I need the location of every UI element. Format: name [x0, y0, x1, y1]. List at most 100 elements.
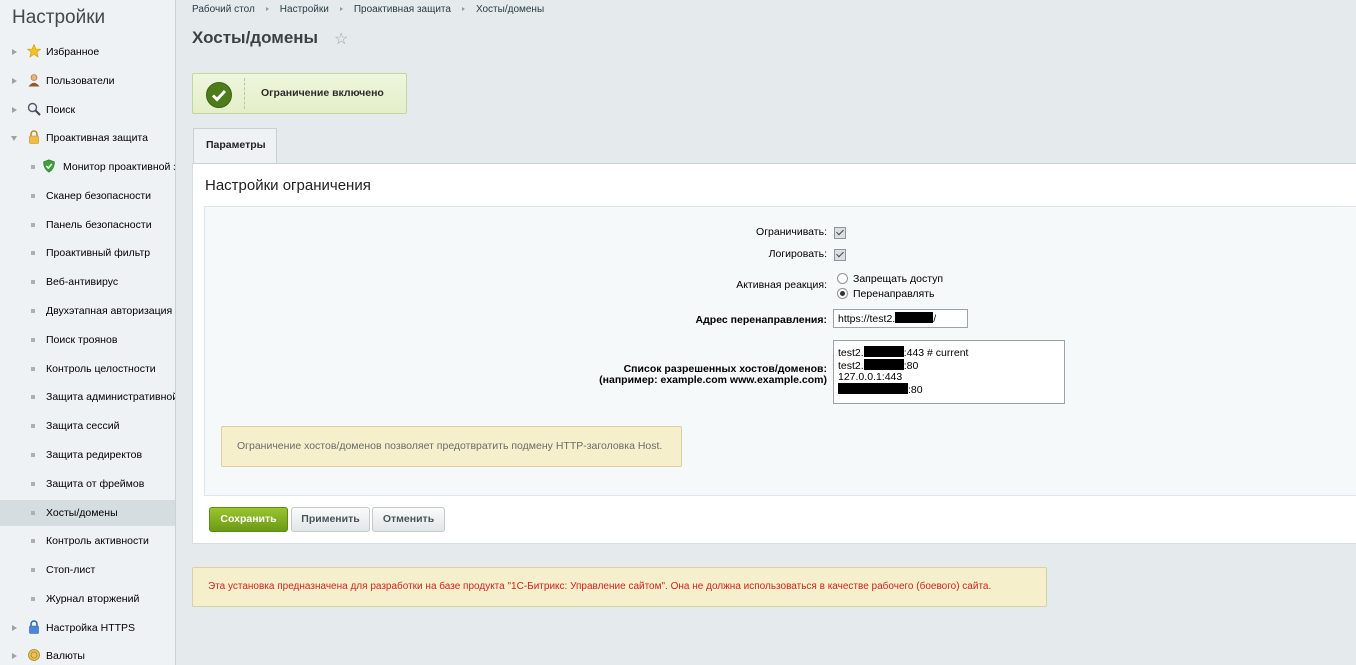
bullet-icon: [31, 453, 35, 457]
sidebar-item-label: Сканер безопасности: [46, 190, 152, 202]
restrict-checkbox[interactable]: [834, 227, 846, 239]
sidebar-item-proactive-monitor[interactable]: Монитор проактивной защиты: [0, 154, 175, 180]
bullet-icon: [31, 251, 35, 255]
tab-parameters[interactable]: Параметры: [193, 128, 277, 164]
status-text: Ограничение включено: [261, 87, 384, 99]
sidebar-item-label: Настройка HTTPS: [46, 622, 136, 634]
sidebar-item-label: Веб-антивирус: [46, 276, 119, 288]
sidebar-item-intrusion-log[interactable]: Журнал вторжений: [0, 586, 175, 612]
sidebar-item-label: Защита от фреймов: [46, 478, 145, 490]
deny-access-radio[interactable]: [837, 273, 848, 284]
redirect-label: Перенаправлять: [853, 288, 935, 300]
sidebar-item-https-settings[interactable]: Настройка HTTPS: [0, 615, 175, 641]
allowed-hosts-textarea[interactable]: test2.:443 # current test2.:80 127.0.0.1…: [833, 340, 1065, 404]
star-icon: [27, 44, 41, 58]
settings-panel: Настройки ограничения Ограничивать: Логи…: [192, 163, 1356, 544]
sidebar-item-label: Панель безопасности: [46, 219, 152, 231]
section-title: Настройки ограничения: [205, 177, 371, 194]
sidebar-item-label: Поиск троянов: [46, 334, 118, 346]
expand-arrow-icon[interactable]: [12, 78, 17, 84]
sidebar-item-label: Проактивный фильтр: [46, 247, 151, 259]
breadcrumb-link-desktop[interactable]: Рабочий стол: [192, 4, 255, 15]
expand-arrow-icon[interactable]: [12, 653, 17, 659]
sidebar-item-redirect-protection[interactable]: Защита редиректов: [0, 442, 175, 468]
breadcrumb-link-hosts[interactable]: Хосты/домены: [476, 4, 544, 15]
sidebar-item-activity-control[interactable]: Контроль активности: [0, 528, 175, 554]
user-icon: [28, 74, 40, 87]
expand-arrow-icon[interactable]: [12, 625, 17, 631]
sidebar-item-trojan-search[interactable]: Поиск троянов: [0, 327, 175, 353]
redirect-radio[interactable]: [837, 288, 848, 299]
collapse-arrow-icon[interactable]: [11, 136, 17, 141]
sidebar-item-label: Защита редиректов: [46, 449, 143, 461]
redacted-block: [895, 312, 934, 323]
log-checkbox[interactable]: [834, 249, 846, 261]
magnifier-icon: [27, 102, 41, 116]
host-line-prefix: 127.0.0.1:443: [838, 371, 903, 383]
bullet-icon: [31, 165, 35, 169]
breadcrumb-link-settings[interactable]: Настройки: [280, 4, 329, 15]
sidebar-item-security-panel[interactable]: Панель безопасности: [0, 212, 175, 238]
sidebar-item-users[interactable]: Пользователи: [0, 68, 175, 94]
hosts-label-line2: (например: example.com www.example.com): [599, 374, 827, 386]
status-indicator: Ограничение включено: [192, 73, 407, 114]
apply-button[interactable]: Применить: [291, 507, 370, 532]
host-line: 127.0.0.1:443: [838, 372, 1060, 383]
bullet-icon: [31, 280, 35, 284]
host-line-prefix: test2.: [838, 347, 864, 359]
sidebar-item-proactive-protection[interactable]: Проактивная защита: [0, 125, 175, 151]
sidebar-item-proactive-filter[interactable]: Проактивный фильтр: [0, 240, 175, 266]
sidebar-item-admin-protection[interactable]: Защита административной части: [0, 384, 175, 410]
sidebar-item-label: Контроль целостности: [46, 363, 156, 375]
host-line-suffix: :80: [903, 360, 919, 372]
checkmark-icon: [206, 82, 232, 108]
sidebar-item-frame-protection[interactable]: Защита от фреймов: [0, 471, 175, 497]
redirect-address-suffix: /: [933, 313, 937, 325]
sidebar-item-favorites[interactable]: Избранное: [0, 39, 175, 65]
sidebar-item-session-protection[interactable]: Защита сессий: [0, 413, 175, 439]
bullet-icon: [31, 568, 35, 572]
sidebar-item-label: Контроль активности: [46, 535, 149, 547]
sidebar-item-two-factor[interactable]: Двухэтапная авторизация: [0, 298, 175, 324]
sidebar-item-label: Избранное: [46, 46, 100, 58]
sidebar-item-label: Валюты: [46, 650, 85, 662]
breadcrumb-separator-icon: [339, 7, 343, 11]
sidebar-item-label: Монитор проактивной защиты: [63, 161, 175, 173]
sidebar-item-label: Стоп-лист: [46, 564, 96, 576]
sidebar-item-web-antivirus[interactable]: Веб-антивирус: [0, 269, 175, 295]
cancel-button[interactable]: Отменить: [372, 507, 445, 532]
sidebar-item-label: Проактивная защита: [46, 132, 148, 144]
breadcrumb-separator-icon: [265, 7, 269, 11]
bullet-icon: [31, 597, 35, 601]
info-note-text: Ограничение хостов/доменов позволяет пре…: [237, 440, 663, 452]
redirect-address-input[interactable]: https://test2. /: [833, 309, 968, 328]
favorite-star-icon[interactable]: ☆: [334, 29, 348, 49]
sidebar-item-currencies[interactable]: Валюты: [0, 643, 175, 665]
shield-check-icon: [43, 159, 55, 173]
sidebar-item-label: Двухэтапная авторизация: [46, 305, 173, 317]
sidebar-item-label: Журнал вторжений: [46, 593, 140, 605]
sidebar: Настройки Избранное Пользователи Поиск П…: [0, 0, 176, 665]
bullet-icon: [31, 511, 35, 515]
bullet-icon: [31, 194, 35, 198]
restrict-label: Ограничивать:: [756, 226, 827, 238]
reaction-label: Активная реакция:: [736, 279, 827, 291]
sidebar-item-label: Защита сессий: [46, 420, 120, 432]
sidebar-item-stop-list[interactable]: Стоп-лист: [0, 557, 175, 583]
breadcrumb-link-proactive[interactable]: Проактивная защита: [354, 4, 451, 15]
sidebar-item-label: Защита административной части: [46, 391, 175, 403]
save-button[interactable]: Сохранить: [209, 507, 288, 532]
bullet-icon: [31, 367, 35, 371]
sidebar-item-search[interactable]: Поиск: [0, 97, 175, 123]
redirect-address-label: Адрес перенаправления:: [695, 314, 827, 326]
expand-arrow-icon[interactable]: [12, 49, 17, 55]
log-label: Логировать:: [768, 248, 827, 260]
host-line-suffix: :80: [908, 384, 923, 396]
sidebar-item-hosts-domains[interactable]: Хосты/домены: [0, 500, 175, 526]
divider: [244, 78, 245, 109]
page-title: Хосты/домены: [192, 28, 319, 47]
sidebar-item-security-scanner[interactable]: Сканер безопасности: [0, 183, 175, 209]
sidebar-item-integrity-control[interactable]: Контроль целостности: [0, 356, 175, 382]
expand-arrow-icon[interactable]: [12, 107, 17, 113]
redacted-block: [863, 359, 904, 370]
